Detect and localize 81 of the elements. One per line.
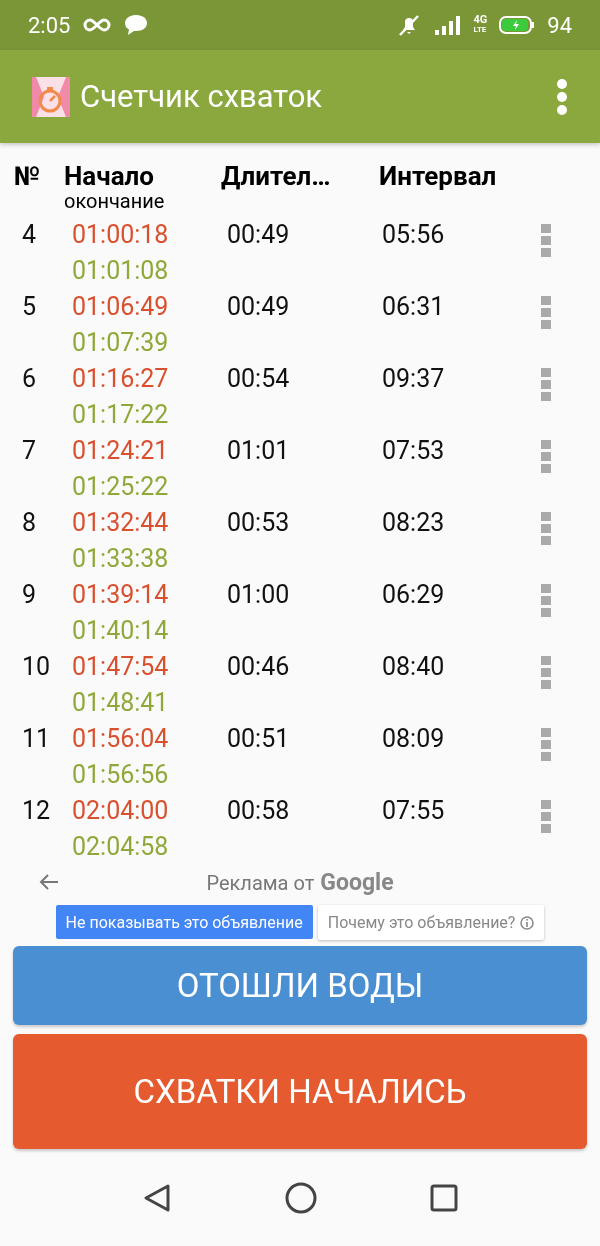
interval-cell-text: 05:56 (382, 219, 445, 251)
end-time: 01:17:22 (72, 399, 169, 431)
duration-cell-text: 00:53 (227, 507, 290, 539)
duration-cell-text: 00:51 (227, 723, 290, 755)
column-subheader: окончание (64, 191, 166, 211)
more-menu-icon[interactable] (556, 78, 568, 115)
column-header: Начало (64, 161, 155, 191)
row-menu-icon[interactable] (540, 223, 552, 259)
row-number: 8 (22, 507, 37, 539)
network-type: 4G (473, 15, 488, 25)
end-time: 01:48:41 (72, 687, 169, 719)
ad-label: Реклама от (206, 871, 315, 895)
row-menu-icon[interactable] (540, 511, 552, 547)
interval-cell-text: 08:40 (382, 651, 445, 683)
infinity-icon (82, 17, 113, 33)
clock: 2:05 (28, 12, 71, 38)
start-time: 01:56:04 (72, 723, 169, 755)
duration-cell-text: 00:49 (227, 219, 290, 251)
app-title: Счетчик схваток (80, 78, 324, 115)
column-header: Длител… (221, 161, 332, 191)
end-time: 01:56:56 (72, 759, 169, 791)
start-time: 01:06:49 (72, 291, 169, 323)
interval-cell-text: 09:37 (382, 363, 445, 395)
action-button[interactable]: СХВАТКИ НАЧАЛИСЬ (13, 1034, 587, 1149)
duration-cell-text: 01:01 (227, 435, 290, 467)
end-time: 01:40:14 (72, 615, 169, 647)
muted-bell-icon (397, 13, 422, 37)
row-number: 7 (22, 435, 37, 467)
chat-icon (124, 14, 149, 36)
why-ad-button[interactable]: Почему это объявление? (317, 905, 545, 940)
hide-ad-button[interactable]: Не показывать это объявление (55, 905, 313, 939)
end-time: 01:07:39 (72, 327, 169, 359)
start-time: 01:24:21 (72, 435, 169, 467)
interval-cell-text: 06:29 (382, 579, 445, 611)
network-subtype: LTE (473, 25, 488, 35)
column-header: № (14, 161, 42, 191)
interval-cell-text: 07:53 (382, 435, 445, 467)
row-menu-icon[interactable] (540, 295, 552, 331)
row-menu-icon[interactable] (540, 583, 552, 619)
row-number: 5 (22, 291, 37, 323)
row-number: 11 (22, 723, 51, 755)
row-menu-icon[interactable] (540, 367, 552, 403)
back-icon[interactable] (141, 1182, 172, 1213)
end-time: 01:25:22 (72, 471, 169, 503)
duration-cell-text: 00:54 (227, 363, 290, 395)
signal-icon (433, 14, 462, 36)
battery-percent: 94 (547, 12, 572, 38)
start-time: 01:16:27 (72, 363, 169, 395)
duration-cell-text: 01:00 (227, 579, 290, 611)
row-menu-icon[interactable] (540, 799, 552, 835)
ad-brand: Google (320, 869, 394, 896)
interval-cell-text: 06:31 (382, 291, 445, 323)
row-menu-icon[interactable] (540, 727, 552, 763)
row-number: 10 (22, 651, 51, 683)
start-time: 01:47:54 (72, 651, 169, 683)
interval-cell-text: 08:09 (382, 723, 445, 755)
interval-cell-text: 08:23 (382, 507, 445, 539)
home-icon[interactable] (285, 1181, 317, 1214)
row-number: 12 (22, 795, 51, 827)
row-menu-icon[interactable] (540, 439, 552, 475)
end-time: 01:01:08 (72, 255, 169, 287)
interval-cell-text: 07:55 (382, 795, 445, 827)
duration-cell-text: 00:49 (227, 291, 290, 323)
row-number: 4 (22, 219, 37, 251)
action-button[interactable]: ОТОШЛИ ВОДЫ (13, 946, 587, 1025)
start-time: 02:04:00 (72, 795, 169, 827)
recents-icon[interactable] (430, 1183, 459, 1212)
row-number: 6 (22, 363, 37, 395)
duration-cell-text: 00:58 (227, 795, 290, 827)
stopwatch-logo-icon (32, 76, 70, 117)
column-header: Интервал (379, 161, 498, 191)
end-time: 01:33:38 (72, 543, 169, 575)
battery-icon (499, 16, 536, 34)
end-time: 02:04:58 (72, 831, 169, 863)
start-time: 01:39:14 (72, 579, 169, 611)
start-time: 01:00:18 (72, 219, 169, 251)
info-icon (520, 915, 535, 930)
duration-cell-text: 00:46 (227, 651, 290, 683)
start-time: 01:32:44 (72, 507, 169, 539)
row-number: 9 (22, 579, 37, 611)
row-menu-icon[interactable] (540, 655, 552, 691)
